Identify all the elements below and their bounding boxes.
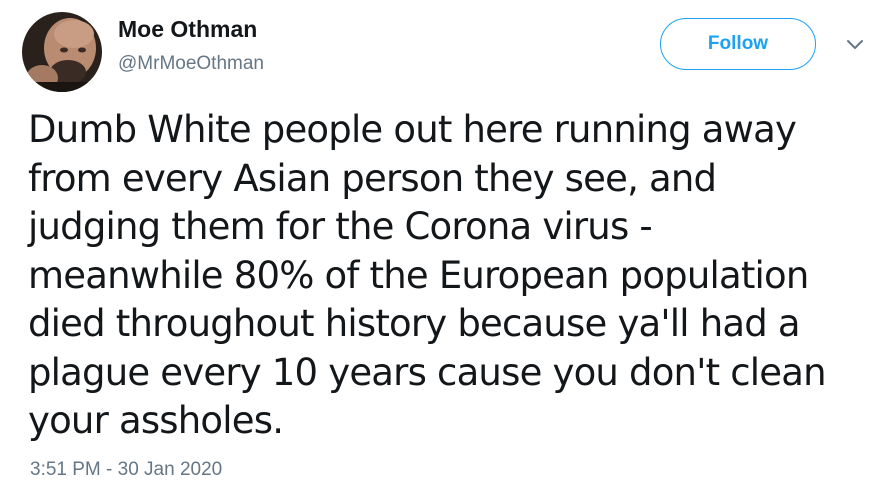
avatar-image: [22, 12, 102, 92]
avatar[interactable]: [22, 12, 102, 92]
follow-button[interactable]: Follow: [660, 18, 816, 70]
chevron-down-icon[interactable]: [844, 36, 866, 54]
author-handle[interactable]: @MrMoeOthman: [118, 53, 264, 75]
tweet-card: Moe Othman @MrMoeOthman Follow Dumb Whit…: [0, 0, 877, 498]
tweet-timestamp[interactable]: 3:51 PM - 30 Jan 2020: [30, 459, 222, 481]
author-display-name[interactable]: Moe Othman: [118, 16, 257, 43]
tweet-text: Dumb White people out here running away …: [28, 108, 827, 442]
